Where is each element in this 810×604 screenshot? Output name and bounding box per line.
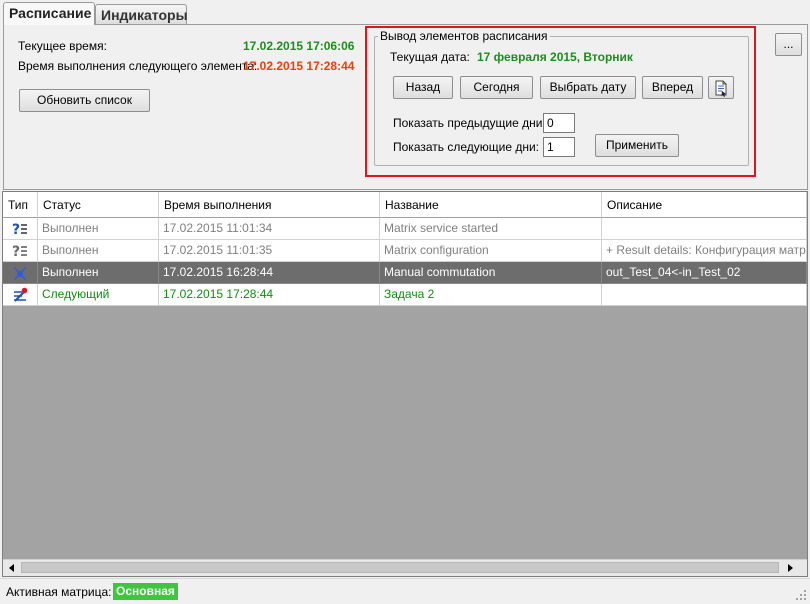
svg-text:?: ?: [12, 244, 20, 259]
previous-days-input[interactable]: [543, 113, 575, 133]
previous-days-label: Показать предыдущие дни:: [393, 116, 546, 130]
row-name: Matrix service started: [380, 218, 602, 240]
column-header-status[interactable]: Статус: [38, 192, 159, 218]
current-date-label: Текущая дата:: [390, 50, 470, 64]
table-row[interactable]: Следующий 17.02.2015 17:28:44 Задача 2: [3, 284, 807, 306]
scroll-right-button[interactable]: [781, 560, 798, 576]
active-matrix-label: Активная матрица:: [6, 585, 112, 599]
arrow-left-icon: [8, 564, 14, 572]
row-type-cell: [3, 284, 38, 306]
column-header-type[interactable]: Тип: [3, 192, 38, 218]
schedule-grid[interactable]: Тип Статус Время выполнения Название Опи…: [2, 191, 808, 577]
today-button[interactable]: Сегодня: [460, 76, 533, 99]
scroll-left-button[interactable]: [3, 560, 20, 576]
row-time: 17.02.2015 11:01:35: [159, 240, 380, 262]
scroll-thumb[interactable]: [21, 562, 779, 573]
horizontal-scrollbar[interactable]: [3, 559, 807, 576]
current-time-label: Текущее время:: [18, 39, 107, 53]
active-matrix-badge: Основная: [113, 583, 178, 600]
row-status: Выполнен: [38, 240, 159, 262]
arrow-right-icon: [787, 564, 793, 572]
tab-indicators[interactable]: Индикаторы: [95, 4, 188, 25]
row-name: Задача 2: [380, 284, 602, 306]
row-status: Выполнен: [38, 262, 159, 284]
tab-schedule[interactable]: Расписание: [3, 2, 95, 25]
row-type-cell: [3, 262, 38, 284]
column-header-time[interactable]: Время выполнения: [159, 192, 380, 218]
next-days-input[interactable]: [543, 137, 575, 157]
table-row[interactable]: ? Выполнен 17.02.2015 11:01:34 Matrix se…: [3, 218, 807, 240]
document-export-icon: [715, 80, 727, 97]
table-row[interactable]: ? Выполнен 17.02.2015 11:01:35 Matrix co…: [3, 240, 807, 262]
column-header-description[interactable]: Описание: [602, 192, 807, 218]
refresh-list-button[interactable]: Обновить список: [19, 89, 150, 112]
row-status: Следующий: [38, 284, 159, 306]
row-time: 17.02.2015 17:28:44: [159, 284, 380, 306]
current-date-value: 17 февраля 2015, Вторник: [477, 50, 633, 64]
commutation-icon: [14, 267, 26, 280]
row-description: [602, 218, 807, 240]
more-options-button[interactable]: ...: [775, 33, 802, 56]
current-time-value: 17.02.2015 17:06:06: [243, 39, 355, 53]
question-list-icon: ?: [12, 222, 27, 238]
back-button[interactable]: Назад: [393, 76, 453, 99]
status-bar: Активная матрица: Основная: [0, 578, 810, 604]
forward-button[interactable]: Вперед: [642, 76, 703, 99]
apply-button[interactable]: Применить: [595, 134, 679, 157]
row-description: + Result details: Конфигурация матрицы: [602, 240, 807, 262]
next-element-time-label: Время выполнения следующего элемента:: [18, 59, 258, 73]
row-name: Matrix configuration: [380, 240, 602, 262]
row-name: Manual commutation: [380, 262, 602, 284]
question-list-icon: ?: [12, 244, 27, 260]
row-description: out_Test_04<-in_Test_02: [602, 262, 807, 284]
column-header-name[interactable]: Название: [380, 192, 602, 218]
next-task-icon: [14, 287, 28, 302]
next-days-label: Показать следующие дни:: [393, 140, 540, 154]
schedule-output-legend: Вывод элементов расписания: [378, 29, 550, 43]
row-time: 17.02.2015 16:28:44: [159, 262, 380, 284]
row-description: [602, 284, 807, 306]
pick-date-button[interactable]: Выбрать дату: [540, 76, 636, 99]
table-row[interactable]: Выполнен 17.02.2015 16:28:44 Manual comm…: [3, 262, 807, 284]
export-button[interactable]: [708, 76, 734, 99]
next-element-time-value: 17.02.2015 17:28:44: [243, 59, 355, 73]
row-type-cell: ?: [3, 240, 38, 262]
row-status: Выполнен: [38, 218, 159, 240]
resize-grip-icon[interactable]: [795, 589, 807, 601]
svg-text:?: ?: [12, 222, 20, 237]
row-time: 17.02.2015 11:01:34: [159, 218, 380, 240]
row-type-cell: ?: [3, 218, 38, 240]
